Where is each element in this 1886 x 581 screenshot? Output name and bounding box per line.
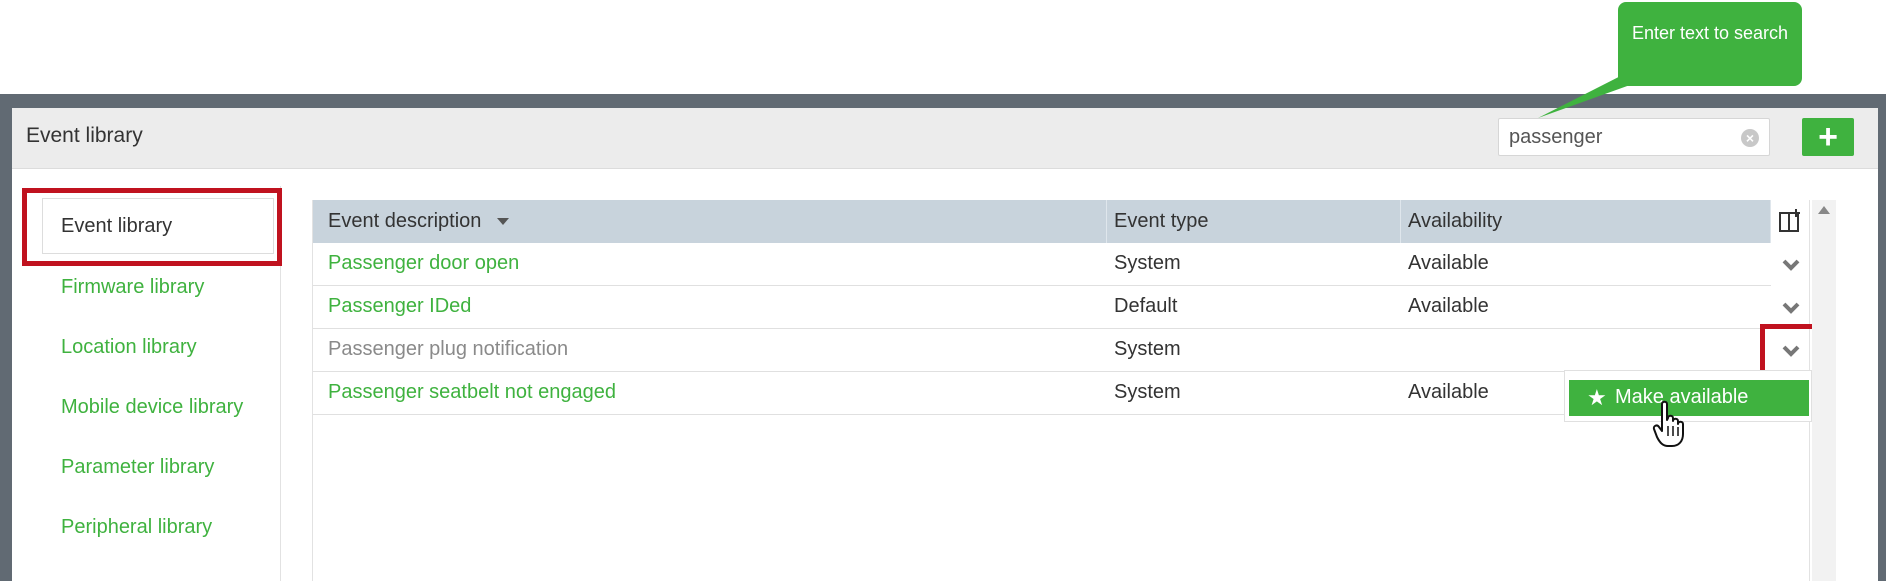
- event-description-link[interactable]: Passenger door open: [328, 252, 519, 275]
- search-input[interactable]: [1509, 125, 1729, 149]
- event-type-cell: System: [1114, 252, 1181, 274]
- grid-scrollbar[interactable]: [1812, 200, 1836, 581]
- search-tooltip: Enter text to search: [1618, 2, 1802, 86]
- column-header-description[interactable]: Event description: [328, 210, 509, 233]
- column-header-event-type[interactable]: Event type: [1114, 210, 1209, 233]
- chevron-down-icon[interactable]: [1780, 254, 1802, 276]
- star-icon: ★: [1587, 385, 1607, 410]
- event-description-link[interactable]: Passenger IDed: [328, 295, 471, 318]
- clear-search-icon[interactable]: ×: [1741, 129, 1759, 147]
- sort-desc-icon: [496, 218, 509, 226]
- column-chooser-icon[interactable]: [1778, 209, 1802, 233]
- search-box[interactable]: ×: [1498, 118, 1770, 156]
- availability-cell: Available: [1408, 252, 1489, 274]
- hand-cursor-icon: [1652, 400, 1684, 447]
- chevron-down-icon[interactable]: [1780, 297, 1802, 319]
- table-row[interactable]: [313, 243, 1771, 286]
- availability-cell: Available: [1408, 295, 1489, 317]
- scroll-up-icon[interactable]: [1818, 206, 1830, 214]
- event-type-cell: System: [1114, 381, 1181, 403]
- event-type-cell: Default: [1114, 295, 1178, 317]
- table-header: [313, 200, 1771, 243]
- column-divider: [1770, 200, 1771, 243]
- highlight-box-sidebar: [22, 188, 282, 266]
- event-description-link[interactable]: Passenger plug notification: [328, 338, 568, 361]
- sidebar-item-parameter-library[interactable]: Parameter library: [61, 456, 214, 479]
- page-title: Event library: [26, 124, 143, 147]
- column-header-availability[interactable]: Availability: [1408, 210, 1502, 233]
- sidebar-item-location-library[interactable]: Location library: [61, 336, 197, 359]
- event-type-cell: System: [1114, 338, 1181, 360]
- sidebar-item-mobile-device-library[interactable]: Mobile device library: [61, 396, 243, 419]
- sidebar-item-peripheral-library[interactable]: Peripheral library: [61, 516, 212, 539]
- column-divider: [1400, 200, 1401, 243]
- column-divider: [1106, 200, 1107, 243]
- event-description-link[interactable]: Passenger seatbelt not engaged: [328, 381, 616, 404]
- table-row[interactable]: [313, 286, 1771, 329]
- add-event-button[interactable]: +: [1802, 118, 1854, 156]
- sidebar-item-firmware-library[interactable]: Firmware library: [61, 276, 204, 299]
- availability-cell: Available: [1408, 381, 1489, 403]
